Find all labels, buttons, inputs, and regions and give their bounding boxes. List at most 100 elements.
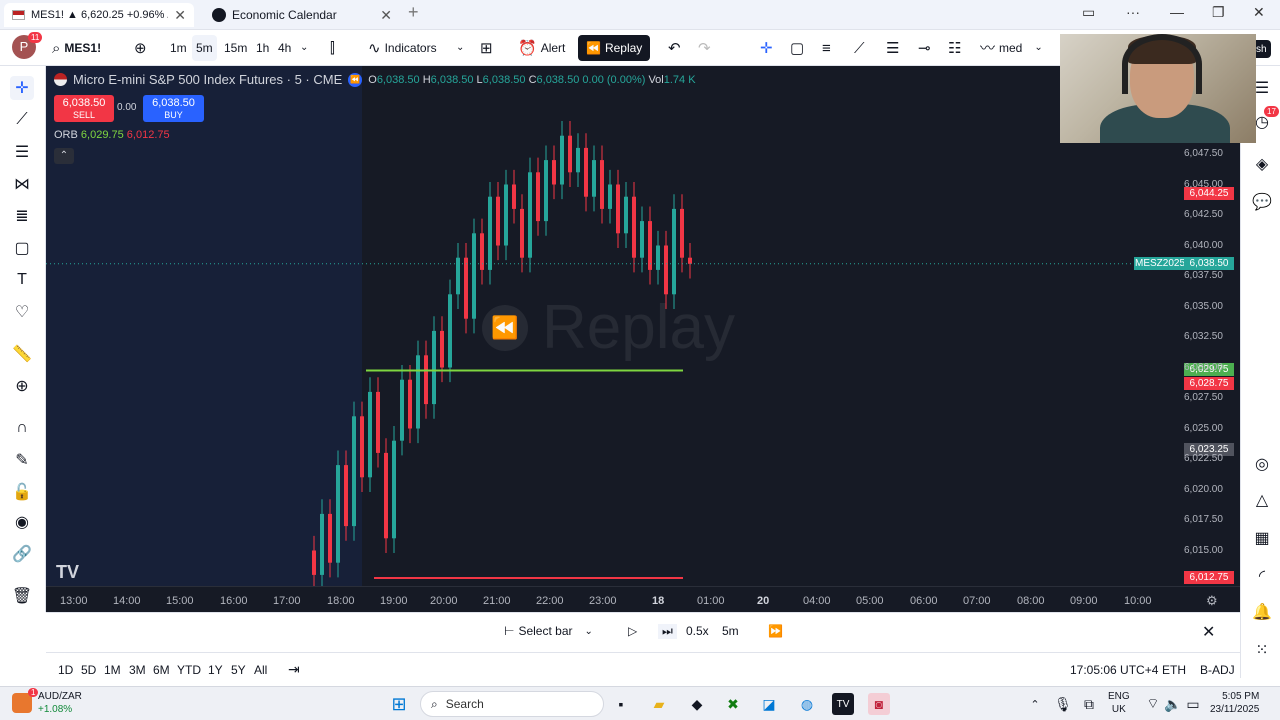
range-all[interactable]: All xyxy=(254,663,267,677)
file-explorer-icon[interactable]: ▰ xyxy=(648,693,670,715)
volume-icon[interactable]: 🔈 xyxy=(1162,693,1184,715)
compare-button[interactable]: ⊕ xyxy=(130,35,151,61)
favorites-tool[interactable]: ♡ xyxy=(10,300,34,324)
zoom-tool[interactable]: ⊕ xyxy=(10,374,34,398)
battery-icon[interactable]: ▭ xyxy=(1182,693,1204,715)
crosshair-button[interactable]: ✛ xyxy=(756,35,777,61)
forward-button[interactable]: ⏭ xyxy=(658,624,677,639)
magnet-tool[interactable]: ∩ xyxy=(10,416,34,440)
time-axis[interactable]: ⚙ 13:00 14:00 15:00 16:00 17:00 18:00 19:00 20:… xyxy=(46,586,1240,612)
delete-tool[interactable]: 🗑 xyxy=(10,584,34,608)
channel-button[interactable]: ☰ xyxy=(882,35,903,61)
streams-button[interactable]: ◜ xyxy=(1250,564,1274,588)
buy-button[interactable]: 6,038.50 BUY xyxy=(143,95,204,122)
close-replay-button[interactable]: ✕ xyxy=(1202,622,1215,642)
minimize-icon[interactable]: — xyxy=(1170,4,1184,20)
undo-button[interactable]: ↶ xyxy=(664,35,685,61)
tradingview-taskbar-icon[interactable]: TV xyxy=(832,693,854,715)
interval-1h[interactable]: 1h xyxy=(252,35,273,61)
recording-app-icon[interactable]: ◙ xyxy=(868,693,890,715)
interval-5m[interactable]: 5m xyxy=(192,35,217,61)
rectangle-button[interactable]: ▢ xyxy=(786,35,808,61)
notifications-button[interactable]: 🔔 xyxy=(1250,600,1274,624)
trendline-tool[interactable]: ⟋ xyxy=(10,108,34,132)
layouts-button[interactable]: ⊞ xyxy=(476,35,497,61)
adjustment-toggle[interactable]: B-ADJ xyxy=(1200,663,1235,677)
trendline-button[interactable]: ⟋ xyxy=(850,35,869,61)
xbox-icon[interactable]: ✖ xyxy=(722,693,744,715)
display-settings-icon[interactable]: ⧉ xyxy=(1078,693,1100,715)
select-bar-button[interactable]: ⊢ Select bar ⌄ xyxy=(504,624,593,638)
template-button[interactable]: 〰 med ⌄ xyxy=(976,35,1047,61)
ideas-button[interactable]: △ xyxy=(1250,488,1274,512)
close-tab-icon[interactable]: ✕ xyxy=(380,7,392,24)
link-tool[interactable]: 🔗 xyxy=(10,542,34,566)
speed-button[interactable]: 0.5x xyxy=(686,624,709,638)
system-clock[interactable]: 5:05 PM 23/11/2025 xyxy=(1210,690,1259,716)
range-ytd[interactable]: YTD xyxy=(177,663,201,677)
replay-button[interactable]: ⏪ Replay xyxy=(578,35,651,61)
chart-pane[interactable]: ⏪ Replay Micro E-mini S&P 500 Index Futu… xyxy=(46,66,1240,612)
step-interval-button[interactable]: 5m xyxy=(722,624,739,638)
microphone-icon[interactable]: 🎙 xyxy=(1052,693,1074,715)
close-tab-icon[interactable]: ✕ xyxy=(174,7,186,24)
range-5d[interactable]: 5D xyxy=(81,663,96,677)
text-tool[interactable]: T xyxy=(10,268,34,292)
chart-type-button[interactable]: ⫿ xyxy=(326,35,339,61)
drawing-mode-tool[interactable]: ✎ xyxy=(10,448,34,472)
play-button[interactable]: ▷ xyxy=(628,624,637,638)
windows-start-icon[interactable]: ⊞ xyxy=(388,693,410,715)
fib-button[interactable]: ≡ xyxy=(818,35,835,61)
shapes-tool[interactable]: ▢ xyxy=(10,236,34,260)
ruler-tool[interactable]: 📏 xyxy=(10,342,34,366)
range-5y[interactable]: 5Y xyxy=(231,663,246,677)
range-1d[interactable]: 1D xyxy=(58,663,73,677)
close-window-icon[interactable]: ✕ xyxy=(1253,4,1265,21)
avatar[interactable]: P 11 xyxy=(8,32,43,60)
pitchfork-button[interactable]: ☷ xyxy=(944,35,965,61)
lock-tool[interactable]: 🔓 xyxy=(10,480,34,504)
range-3m[interactable]: 3M xyxy=(129,663,146,677)
interval-15m[interactable]: 15m xyxy=(220,35,251,61)
utc-clock[interactable]: 17:05:06 UTC+4 xyxy=(1070,663,1158,677)
language-indicator[interactable]: ENG UK xyxy=(1108,690,1130,716)
crosshair-tool[interactable]: ✛ xyxy=(10,76,34,100)
fib-tool[interactable]: ≣ xyxy=(10,204,34,228)
display-icon[interactable]: ▭ xyxy=(1082,4,1095,21)
orb-indicator-legend[interactable]: ORB 6,029.75 6,012.75 xyxy=(54,129,170,141)
range-1m[interactable]: 1M xyxy=(104,663,121,677)
wifi-icon[interactable]: ⌔ xyxy=(1142,693,1164,715)
edge-browser-icon[interactable]: ◍ xyxy=(796,693,818,715)
task-view-icon[interactable]: ▪ xyxy=(610,693,632,715)
indicators-dropdown[interactable]: ⌄ xyxy=(452,35,468,61)
maximize-icon[interactable]: ❐ xyxy=(1212,4,1225,21)
target-button[interactable]: ◎ xyxy=(1250,452,1274,476)
interval-4h[interactable]: 4h xyxy=(274,35,295,61)
layers-button[interactable]: ◈ xyxy=(1250,152,1274,176)
weather-widget[interactable]: 1 AUD/ZAR +1.08% xyxy=(12,688,82,716)
sell-button[interactable]: 6,038.50 SELL xyxy=(54,95,114,122)
new-tab-button[interactable]: + xyxy=(408,2,419,23)
range-1y[interactable]: 1Y xyxy=(208,663,223,677)
chat-button[interactable]: 💬 xyxy=(1250,190,1274,214)
more-icon[interactable]: ··· xyxy=(1126,4,1140,20)
apps-button[interactable]: ⁙ xyxy=(1250,638,1274,662)
horizontal-ray-button[interactable]: ⊸ xyxy=(914,35,935,61)
redo-button[interactable]: ↷ xyxy=(694,35,715,61)
symbol-search-button[interactable]: ⌕ MES1! xyxy=(48,35,105,61)
taskbar-search[interactable]: ⌕ Search xyxy=(420,691,604,717)
pattern-tool[interactable]: ⋈ xyxy=(10,172,34,196)
goto-date-icon[interactable]: ⇥ xyxy=(288,661,300,678)
calendar-button[interactable]: ▦ xyxy=(1250,526,1274,550)
settings-gear-icon[interactable]: ⚙ xyxy=(1206,593,1218,609)
interval-dropdown[interactable]: ⌄ xyxy=(296,35,312,61)
interval-1m[interactable]: 1m xyxy=(166,35,191,61)
jump-to-realtime-button[interactable]: ⏩ xyxy=(768,624,783,638)
browser-tab-calendar[interactable]: Economic Calendar ✕ xyxy=(204,3,400,27)
browser-tab-mes[interactable]: MES1! ▲ 6,620.25 +0.96% / U ✕ xyxy=(4,3,194,27)
indicators-button[interactable]: ∿ Indicators xyxy=(364,35,441,61)
visibility-tool[interactable]: ◉ xyxy=(10,510,34,534)
app-chart-icon[interactable]: ◪ xyxy=(758,693,780,715)
chevron-up-icon[interactable]: ⌃ xyxy=(1024,693,1046,715)
session-toggle[interactable]: ETH xyxy=(1162,663,1186,677)
